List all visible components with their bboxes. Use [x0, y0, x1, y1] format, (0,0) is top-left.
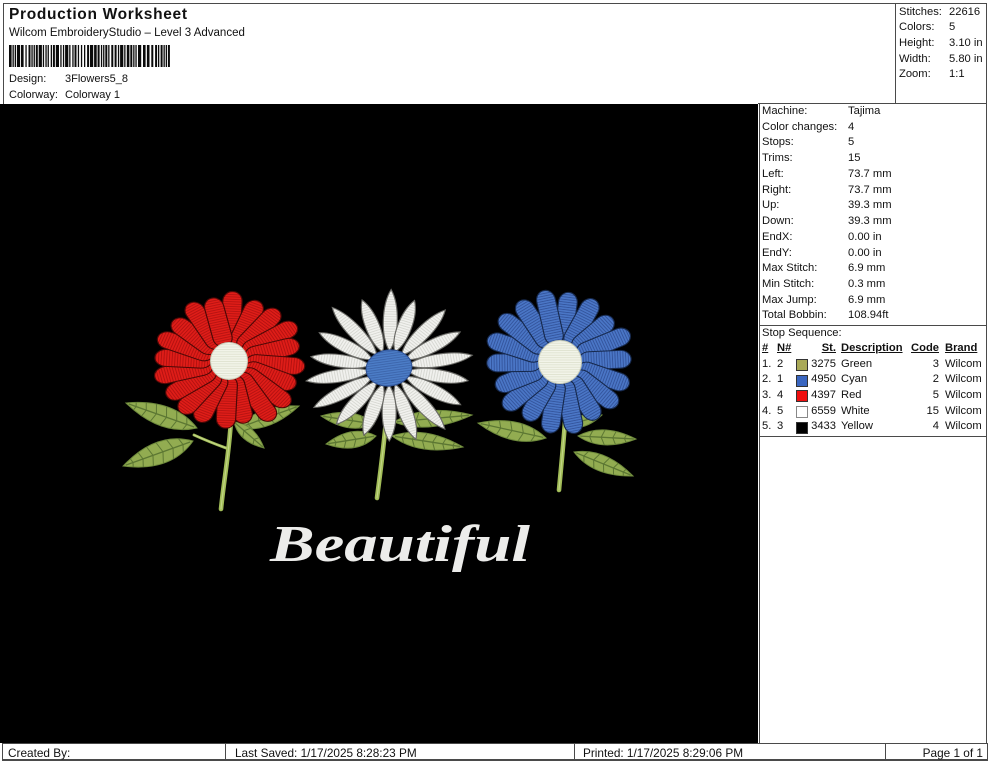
svg-text:Beautiful: Beautiful	[269, 516, 531, 573]
